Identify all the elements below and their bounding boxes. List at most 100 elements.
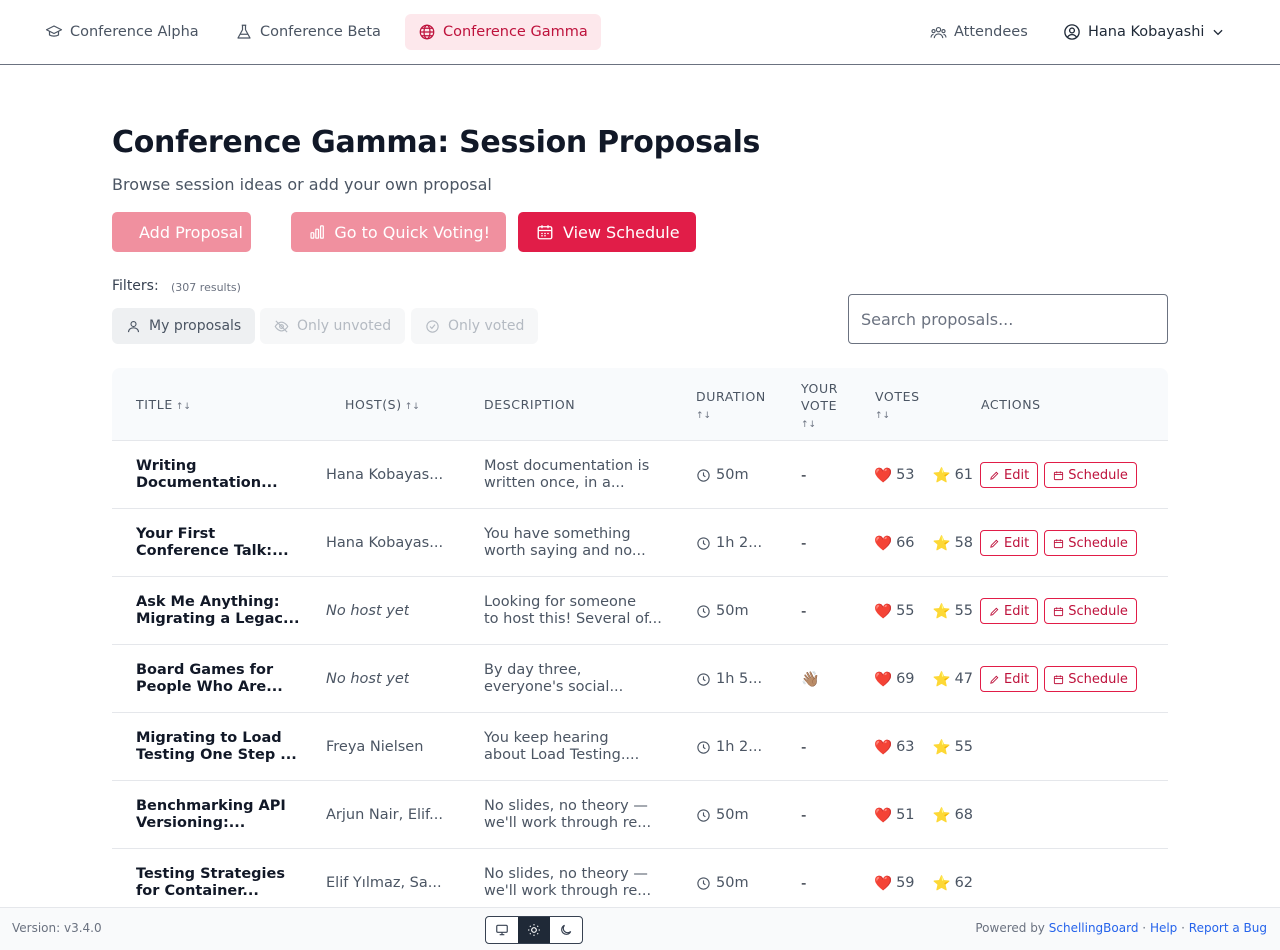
tab-conference-alpha[interactable]: Conference Alpha: [32, 14, 212, 50]
star-count: 55: [954, 739, 974, 755]
chevron-down-icon: [1213, 29, 1224, 36]
quick-voting-label: Go to Quick Voting!: [334, 222, 490, 242]
proposal-title[interactable]: Writing Documentation...: [136, 441, 296, 509]
heart-count: 53: [896, 467, 915, 483]
proposal-title[interactable]: Your First Conference Talk:...: [136, 509, 296, 577]
user-icon: [127, 320, 140, 332]
column-header-title[interactable]: Title ↑↓: [136, 396, 191, 416]
heart-count: 51: [896, 807, 915, 823]
your-vote: -: [801, 602, 807, 620]
vote-counts: ❤️ 53 ⭐ 61: [874, 441, 974, 509]
proposal-title[interactable]: Board Games for People Who Are...: [136, 645, 296, 713]
proposal-title[interactable]: Ask Me Anything: Migrating a Legac...: [136, 577, 300, 645]
page-title: Conference Gamma: Session Proposals: [112, 125, 761, 160]
heart-icon: ❤️: [874, 671, 893, 688]
table-row[interactable]: Ask Me Anything: Migrating a Legac... No h…: [112, 577, 1168, 645]
help-link[interactable]: Help: [1150, 921, 1177, 935]
filter-only-voted[interactable]: Only voted: [411, 308, 539, 344]
vote-counts: ❤️ 55 ⭐ 55: [874, 577, 974, 645]
proposal-title[interactable]: Migrating to Load Testing One Step ...: [136, 713, 297, 781]
pencil-icon: [990, 675, 999, 684]
your-vote: -: [801, 738, 807, 756]
proposal-description: Looking for someone to host this! Several…: [484, 594, 662, 627]
tab-conference-beta[interactable]: Conference Beta: [222, 14, 394, 50]
proposal-hosts: Freya Nielsen: [326, 739, 424, 755]
clock-icon: [697, 740, 710, 754]
proposal-title[interactable]: Benchmarking API Versioning:...: [136, 781, 296, 849]
pencil-icon: [990, 607, 999, 616]
search-input[interactable]: [848, 294, 1168, 344]
monitor-icon: [496, 924, 508, 936]
top-navigation: Conference Alpha Conference Beta Confere…: [0, 0, 1280, 65]
view-schedule-label: View Schedule: [563, 222, 680, 242]
heart-count: 55: [896, 603, 915, 619]
row-actions: Edit Schedule: [980, 577, 1137, 645]
globe-icon: [419, 24, 435, 40]
proposal-hosts: No host yet: [326, 603, 410, 619]
star-icon: ⭐: [932, 535, 951, 552]
attendees-label: Attendees: [954, 24, 1028, 40]
filter-label: Only unvoted: [297, 318, 392, 334]
edit-button[interactable]: Edit: [980, 666, 1039, 692]
vote-counts: ❤️ 69 ⭐ 47: [874, 645, 974, 713]
star-count: 55: [954, 603, 974, 619]
heart-icon: ❤️: [874, 807, 893, 824]
clock-icon: [697, 468, 710, 482]
theme-system-button[interactable]: [486, 917, 518, 943]
column-header-votes[interactable]: Votes ↑↓: [875, 388, 920, 425]
attendees-link[interactable]: Attendees: [930, 14, 1028, 50]
edit-button[interactable]: Edit: [980, 462, 1039, 488]
filter-my-proposals[interactable]: My proposals: [112, 308, 256, 344]
table-row[interactable]: Migrating to Load Testing One Step ... Fre…: [112, 713, 1168, 781]
user-menu[interactable]: Hana Kobayashi: [1063, 14, 1225, 50]
star-icon: ⭐: [932, 739, 951, 756]
table-row[interactable]: Writing Documentation... Hana Kobayas... Mo…: [112, 441, 1168, 509]
proposal-hosts: Hana Kobayas...: [326, 467, 444, 483]
schedule-button[interactable]: Schedule: [1044, 462, 1137, 488]
table-header: Title ↑↓ Host(s) ↑↓ Description Duration ↑↓…: [112, 368, 1168, 441]
theme-dark-button[interactable]: [550, 917, 582, 943]
schedule-button[interactable]: Schedule: [1044, 530, 1137, 556]
schedule-button[interactable]: Schedule: [1044, 666, 1137, 692]
results-count: (307 results): [171, 281, 241, 294]
schedule-button[interactable]: Schedule: [1044, 598, 1137, 624]
clock-icon: [697, 604, 710, 618]
proposal-description: No slides, no theory — we'll work through…: [484, 798, 652, 831]
column-header-your-vote[interactable]: Your Vote ↑↓: [801, 380, 838, 434]
proposal-hosts: No host yet: [326, 671, 410, 687]
add-proposal-button[interactable]: Add Proposal: [112, 212, 251, 252]
heart-icon: ❤️: [874, 875, 893, 892]
check-circle-icon: [426, 319, 439, 333]
filters-label: Filters:: [112, 278, 159, 294]
theme-light-button[interactable]: [518, 917, 550, 943]
column-header-hosts[interactable]: Host(s) ↑↓: [345, 396, 420, 416]
filter-label: Only voted: [448, 318, 525, 334]
table-row[interactable]: Board Games for People Who Are... No host …: [112, 645, 1168, 713]
calendar-icon: [1054, 606, 1064, 616]
tab-label: Conference Gamma: [443, 24, 588, 40]
row-actions: Edit Schedule: [980, 645, 1137, 713]
table-row[interactable]: Benchmarking API Versioning:... Arjun Nair…: [112, 781, 1168, 849]
table-row[interactable]: Your First Conference Talk:... Hana Kobaya…: [112, 509, 1168, 577]
column-header-actions: Actions: [981, 397, 1041, 412]
edit-button[interactable]: Edit: [980, 598, 1039, 624]
user-name: Hana Kobayashi: [1088, 24, 1205, 40]
column-header-duration[interactable]: Duration ↑↓: [696, 388, 766, 425]
calendar-icon: [537, 225, 553, 240]
filter-only-unvoted[interactable]: Only unvoted: [260, 308, 406, 344]
your-vote: -: [801, 466, 807, 484]
powered-by-label: Powered by: [975, 921, 1045, 935]
tab-conference-gamma[interactable]: Conference Gamma: [405, 14, 601, 50]
report-bug-link[interactable]: Report a Bug: [1189, 921, 1267, 935]
proposal-hosts: Arjun Nair, Elif...: [326, 807, 443, 823]
edit-button[interactable]: Edit: [980, 530, 1039, 556]
schellingboard-link[interactable]: SchellingBoard: [1049, 921, 1139, 935]
your-vote: -: [801, 534, 807, 552]
view-schedule-button[interactable]: View Schedule: [518, 212, 696, 252]
clock-icon: [697, 672, 710, 686]
quick-voting-button[interactable]: Go to Quick Voting!: [291, 212, 506, 252]
users-icon: [930, 26, 947, 38]
your-vote: -: [801, 806, 807, 824]
proposal-description: By day three, everyone's social...: [484, 662, 624, 695]
star-icon: ⭐: [932, 671, 951, 688]
